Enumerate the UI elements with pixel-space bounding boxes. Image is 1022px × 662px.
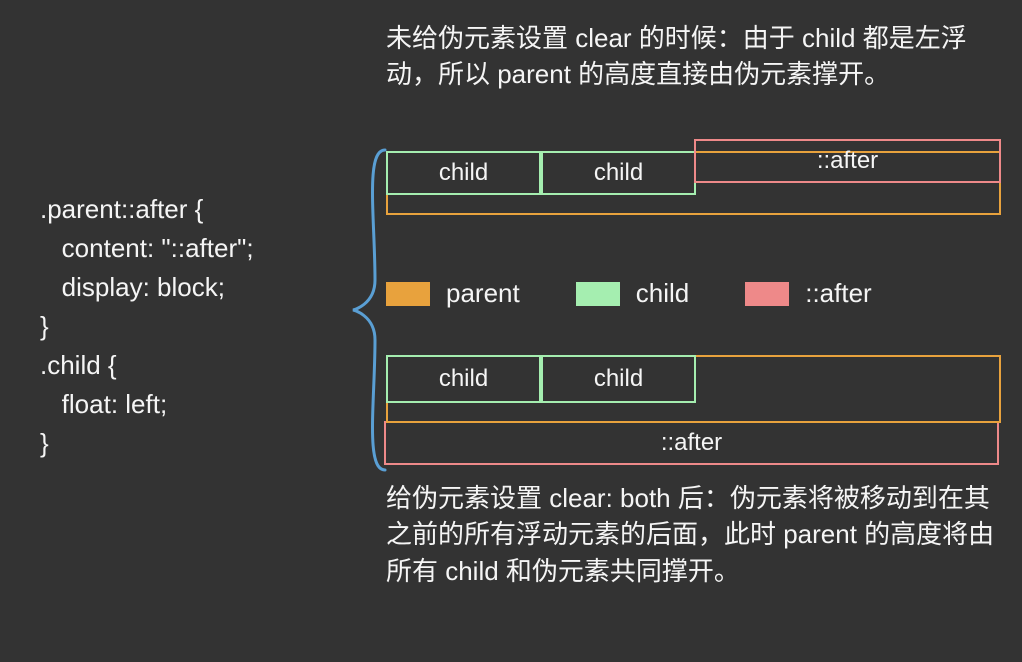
child-box: child — [386, 151, 541, 195]
after-pseudo-box: ::after — [384, 421, 999, 465]
child-box: child — [541, 151, 696, 195]
legend-item-child: child — [576, 278, 689, 309]
parent-box: child child — [386, 355, 1001, 423]
diagram-no-clear: child child ::after — [386, 151, 1001, 215]
explanation-no-clear: 未给伪元素设置 clear 的时候：由于 child 都是左浮动，所以 pare… — [386, 20, 996, 93]
legend-label: parent — [446, 278, 520, 309]
legend-item-after: ::after — [745, 278, 871, 309]
css-code-snippet: .parent::after { content: "::after"; dis… — [40, 190, 254, 463]
child-box: child — [386, 355, 541, 403]
legend: parent child ::after — [386, 278, 1001, 309]
legend-label: ::after — [805, 278, 871, 309]
legend-label: child — [636, 278, 689, 309]
diagram-with-clear: child child ::after — [386, 355, 1001, 465]
parent-box: child child ::after — [386, 151, 1001, 215]
swatch-parent — [386, 282, 430, 306]
after-pseudo-box: ::after — [694, 139, 1001, 183]
swatch-child — [576, 282, 620, 306]
swatch-after — [745, 282, 789, 306]
explanation-with-clear: 给伪元素设置 clear: both 后：伪元素将被移动到在其之前的所有浮动元素… — [386, 480, 996, 589]
child-box: child — [541, 355, 696, 403]
legend-item-parent: parent — [386, 278, 520, 309]
